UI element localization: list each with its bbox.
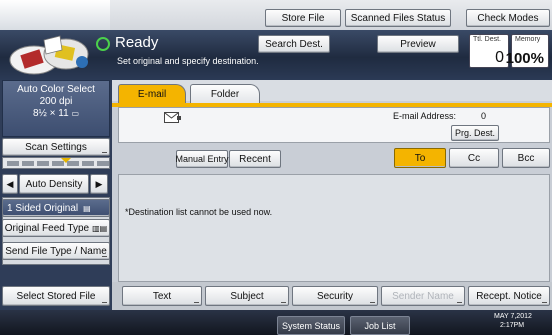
scan-settings-button[interactable]: Scan Settings (2, 138, 110, 156)
bcc-button[interactable]: Bcc (502, 148, 550, 168)
density-segment (97, 161, 109, 166)
recept-notice-button[interactable]: Recept. Notice (468, 286, 550, 306)
one-sided-original-button[interactable]: 1 Sided Original ▤ (2, 199, 110, 217)
system-status-button[interactable]: System Status (277, 316, 345, 335)
memory-label: Memory (515, 36, 541, 43)
prg-dest-button[interactable]: Prg. Dest. (451, 125, 499, 141)
instruction-text: Set original and specify destination. (117, 56, 259, 66)
search-dest-button[interactable]: Search Dest. (258, 35, 330, 53)
to-button[interactable]: To (394, 148, 446, 168)
arrow-right-icon: ▶ (95, 178, 103, 189)
density-segment (22, 161, 34, 166)
density-segment (37, 161, 49, 166)
envelope-icon (164, 112, 181, 123)
scan-mode-summary[interactable]: Auto Color Select 200 dpi 8½ × 11 ▭ (2, 80, 110, 137)
scanned-files-status-button[interactable]: Scanned Files Status (345, 9, 451, 27)
one-sided-original-label: 1 Sided Original (7, 202, 79, 214)
preview-button[interactable]: Preview (377, 35, 459, 53)
total-destinations-label: Ttl. Dest. (473, 36, 502, 43)
original-feed-type-label: Original Feed Type (4, 222, 90, 234)
density-segment (67, 161, 79, 166)
text-button[interactable]: Text (122, 286, 202, 306)
recent-button[interactable]: Recent (229, 150, 281, 168)
time-text: 2:17PM (500, 322, 525, 329)
density-segment (82, 161, 94, 166)
density-segment (52, 161, 64, 166)
resolution-text: 200 dpi (39, 96, 73, 107)
ready-status-icon (96, 37, 110, 51)
cc-button[interactable]: Cc (449, 148, 499, 168)
job-list-button[interactable]: Job List (350, 316, 410, 335)
total-destinations-counter: Ttl. Dest. 0 (469, 34, 509, 68)
auto-density-button[interactable]: Auto Density (19, 174, 89, 194)
scanner-logo-icon (9, 35, 89, 75)
ready-status-text: Ready (115, 34, 159, 51)
security-button[interactable]: Security (292, 286, 378, 306)
memory-counter: Memory 100% (506, 34, 549, 68)
density-increase-button[interactable]: ▶ (90, 174, 108, 194)
original-side-icon: ▤ (83, 203, 91, 213)
arrow-left-icon: ◀ (6, 178, 14, 189)
original-feed-type-button[interactable]: Original Feed Type ▥▤ (2, 219, 110, 237)
feed-type-icon: ▥▤ (92, 223, 108, 233)
density-segment (7, 161, 19, 166)
subject-button[interactable]: Subject (205, 286, 289, 306)
date-time-display: MAY 7,2012 2:17PM (494, 312, 532, 330)
memory-value: 100% (505, 50, 544, 67)
color-mode-text: Auto Color Select (17, 84, 95, 95)
store-file-button[interactable]: Store File (265, 9, 341, 27)
select-stored-file-button[interactable]: Select Stored File (2, 286, 110, 306)
email-address-label: E-mail Address: (393, 111, 457, 121)
check-modes-button[interactable]: Check Modes (466, 9, 550, 27)
tab-folder[interactable]: Folder (190, 84, 260, 104)
paper-size-text: 8½ × 11 ▭ (32, 108, 80, 119)
top-bar-logo-area (0, 0, 110, 30)
email-address-count: 0 (481, 111, 487, 121)
sender-name-button[interactable]: Sender Name (381, 286, 465, 306)
send-file-type-button[interactable]: Send File Type / Name (2, 242, 110, 260)
density-decrease-button[interactable]: ◀ (2, 174, 18, 194)
destination-list-message: *Destination list cannot be used now. (125, 207, 273, 217)
tab-email[interactable]: E-mail (118, 84, 186, 104)
footer-bar (0, 310, 552, 335)
destination-list-area (118, 174, 550, 282)
density-level-bar (2, 157, 110, 169)
date-text: MAY 7,2012 (494, 313, 532, 320)
total-destinations-value: 0 (495, 49, 504, 66)
manual-entry-button[interactable]: Manual Entry (175, 150, 229, 168)
